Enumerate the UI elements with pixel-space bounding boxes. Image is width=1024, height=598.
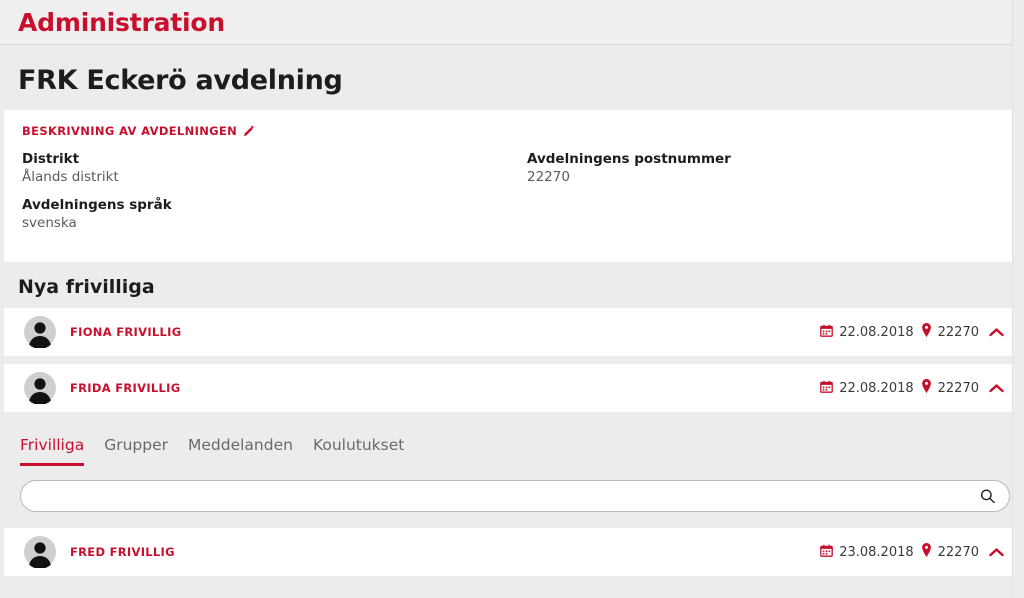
admin-page: Administration FRK Eckerö avdelning BESK…: [0, 0, 1024, 598]
chevron-up-icon[interactable]: [989, 327, 1004, 337]
tab-meddelanden[interactable]: Meddelanden: [188, 436, 293, 466]
search-area: [0, 466, 1024, 512]
search-icon[interactable]: [980, 489, 995, 504]
row-zip: 22270: [921, 323, 979, 341]
field-label: Avdelningens språk: [22, 197, 172, 213]
row-meta: 23.08.2018 22270: [820, 543, 1004, 561]
avatar: [24, 372, 56, 405]
person-name[interactable]: FRED FRIVILLIG: [70, 545, 175, 559]
tab-koulutukset[interactable]: Koulutukset: [313, 436, 404, 466]
volunteer-list: FRED FRIVILLIG 23.08.2018 22270: [0, 512, 1024, 576]
person-name[interactable]: FIONA FRIVILLIG: [70, 325, 181, 339]
row-zip-text: 22270: [937, 544, 979, 560]
avatar: [24, 316, 56, 349]
search-input[interactable]: [21, 481, 1009, 511]
chevron-up-icon[interactable]: [989, 547, 1004, 557]
row-date: 23.08.2018: [820, 544, 914, 561]
unit-title: FRK Eckerö avdelning: [18, 65, 343, 96]
app-header: Administration: [0, 0, 1024, 45]
calendar-icon: [820, 544, 834, 561]
field-sprak: Avdelningens språk svenska: [22, 196, 527, 232]
tab-bar: Frivilliga Grupper Meddelanden Koulutuks…: [0, 420, 1024, 466]
row-zip-text: 22270: [937, 324, 979, 340]
map-pin-icon: [921, 323, 932, 341]
row-meta: 22.08.2018 22270: [820, 379, 1004, 397]
description-columns: Distrikt Ålands distrikt Avdelningens sp…: [22, 150, 1000, 242]
table-row[interactable]: FRED FRIVILLIG 23.08.2018 22270: [4, 528, 1018, 576]
new-volunteers-heading: Nya frivilliga: [18, 276, 155, 298]
map-pin-icon: [921, 543, 932, 561]
row-identity: FRIDA FRIVILLIG: [24, 372, 820, 405]
description-heading-label: BESKRIVNING AV AVDELNINGEN: [22, 124, 238, 138]
row-date-text: 22.08.2018: [839, 324, 914, 340]
field-value: Ålands distrikt: [22, 169, 119, 185]
table-row[interactable]: FIONA FRIVILLIG 22.08.2018 22270: [4, 308, 1018, 356]
chevron-up-icon[interactable]: [989, 383, 1004, 393]
row-identity: FRED FRIVILLIG: [24, 536, 820, 569]
row-date: 22.08.2018: [820, 324, 914, 341]
calendar-icon: [820, 324, 834, 341]
search-box[interactable]: [20, 480, 1010, 512]
tab-grupper[interactable]: Grupper: [104, 436, 168, 466]
description-column-right: Avdelningens postnummer 22270: [527, 150, 1000, 242]
row-date-text: 22.08.2018: [839, 380, 914, 396]
field-value: 22270: [527, 169, 570, 185]
field-postnummer: Avdelningens postnummer 22270: [527, 150, 1000, 186]
page-title: Administration: [18, 7, 225, 37]
field-distrikt: Distrikt Ålands distrikt: [22, 150, 527, 186]
row-zip: 22270: [921, 379, 979, 397]
person-name[interactable]: FRIDA FRIVILLIG: [70, 381, 180, 395]
description-heading[interactable]: BESKRIVNING AV AVDELNINGEN: [22, 124, 1000, 138]
tab-frivilliga[interactable]: Frivilliga: [20, 436, 85, 466]
row-zip-text: 22270: [937, 380, 979, 396]
page-right-edge: [1012, 0, 1024, 598]
field-label: Distrikt: [22, 151, 80, 167]
row-date: 22.08.2018: [820, 380, 914, 397]
avatar: [24, 536, 56, 569]
description-card: BESKRIVNING AV AVDELNINGEN Distrikt Ålan…: [4, 110, 1018, 262]
table-row[interactable]: FRIDA FRIVILLIG 22.08.2018 22270: [4, 364, 1018, 412]
row-meta: 22.08.2018 22270: [820, 323, 1004, 341]
pencil-icon[interactable]: [243, 125, 255, 137]
field-value: svenska: [22, 215, 77, 231]
map-pin-icon: [921, 379, 932, 397]
description-column-left: Distrikt Ålands distrikt Avdelningens sp…: [22, 150, 527, 242]
row-zip: 22270: [921, 543, 979, 561]
row-identity: FIONA FRIVILLIG: [24, 316, 820, 349]
calendar-icon: [820, 380, 834, 397]
row-date-text: 23.08.2018: [839, 544, 914, 560]
field-label: Avdelningens postnummer: [527, 151, 731, 167]
